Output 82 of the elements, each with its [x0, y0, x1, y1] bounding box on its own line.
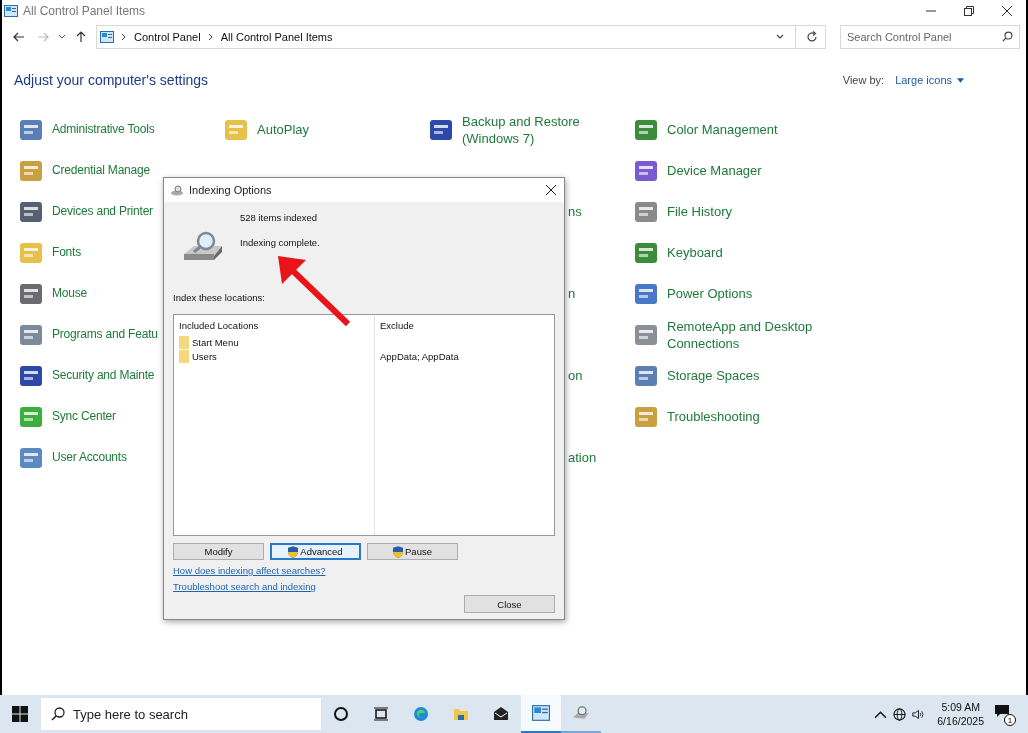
taskbar-app[interactable]: [521, 695, 561, 733]
close-icon[interactable]: [1002, 6, 1012, 16]
address-bar[interactable]: Control Panel All Control Panel Items: [96, 25, 826, 49]
settings-link[interactable]: File History: [667, 203, 732, 220]
settings-link[interactable]: RemoteApp and Desktop Connections: [667, 317, 817, 352]
drive-magnifier-icon: [572, 705, 590, 721]
settings-link[interactable]: Mouse: [52, 285, 88, 302]
task-view-icon[interactable]: [373, 706, 389, 722]
settings-link[interactable]: Programs and Featu: [52, 326, 158, 343]
breadcrumb[interactable]: All Control Panel Items: [220, 31, 333, 43]
start-icon[interactable]: [12, 706, 28, 722]
restore-icon[interactable]: [964, 6, 974, 16]
settings-link[interactable]: Power Options: [667, 285, 753, 302]
caret-icon: [957, 77, 964, 83]
column-header: Exclude: [380, 320, 415, 331]
clock-date[interactable]: 6/16/2025: [937, 715, 984, 727]
settings-link[interactable]: on: [568, 367, 583, 384]
mail-icon[interactable]: [493, 706, 509, 722]
settings-link[interactable]: Color Management: [667, 121, 778, 138]
location-name[interactable]: Users: [192, 350, 217, 362]
notification-icon[interactable]: [994, 704, 1010, 718]
notification-badge: 1: [1004, 714, 1016, 726]
back-icon[interactable]: [13, 31, 25, 43]
dialog-button[interactable]: Pause: [367, 543, 458, 560]
settings-link[interactable]: Device Manager: [667, 162, 762, 179]
settings-link[interactable]: Fonts: [52, 244, 81, 261]
caret-icon[interactable]: [776, 34, 784, 40]
help-link[interactable]: How does indexing affect searches?: [173, 565, 326, 576]
taskbar-search-field[interactable]: Type here to search: [41, 698, 321, 730]
exclude-text: AppData; AppData: [380, 350, 459, 362]
folder-icon: [179, 335, 189, 349]
settings-link[interactable]: Sync Center: [52, 408, 116, 425]
item-count: 528 items indexed: [240, 212, 319, 223]
search-field[interactable]: Search Control Panel: [840, 25, 1020, 49]
settings-link[interactable]: Devices and Printer: [52, 203, 153, 220]
circle-icon[interactable]: [333, 706, 349, 722]
refresh-icon[interactable]: [806, 31, 818, 43]
settings-link[interactable]: Troubleshooting: [667, 408, 760, 425]
folder-icon[interactable]: [453, 706, 469, 722]
breadcrumb[interactable]: Control Panel: [134, 31, 201, 43]
indexing-icon: [170, 184, 184, 196]
shield-icon: [288, 545, 299, 558]
location-name[interactable]: Start Menu: [192, 336, 239, 348]
list-label: Index these locations:: [173, 292, 266, 303]
settings-link[interactable]: Keyboard: [667, 244, 723, 261]
caret-icon[interactable]: [58, 34, 66, 40]
control-panel-icon: [532, 705, 550, 721]
control-panel-icon: [100, 31, 114, 43]
settings-link[interactable]: User Accounts: [52, 449, 127, 466]
clock-time[interactable]: 5:09 AM: [941, 701, 980, 713]
settings-link[interactable]: ation: [568, 449, 597, 466]
settings-link[interactable]: Credential Manage: [52, 162, 150, 179]
settings-link[interactable]: Administrative Tools: [52, 121, 155, 138]
page-heading: Adjust your computer's settings: [14, 72, 210, 88]
settings-link[interactable]: Storage Spaces: [667, 367, 760, 384]
settings-link[interactable]: n: [568, 285, 576, 302]
window-title: All Control Panel Items: [23, 4, 146, 18]
search-icon: [1002, 31, 1013, 42]
globe-icon[interactable]: [893, 707, 907, 721]
view-by-label: View by:: [842, 74, 885, 86]
folder-icon: [179, 349, 189, 363]
search-icon: [51, 707, 65, 721]
dialog-title: Indexing Options: [189, 184, 273, 196]
close-button[interactable]: Close: [464, 595, 555, 613]
status-text: Indexing complete.: [240, 237, 320, 248]
chevron-icon: [121, 33, 127, 41]
shield-icon: [393, 545, 404, 558]
close-icon[interactable]: [546, 185, 556, 195]
dialog-button[interactable]: Modify: [173, 543, 264, 560]
column-header: Included Locations: [179, 320, 260, 331]
dialog-button[interactable]: Advanced: [270, 543, 361, 560]
chevron-icon: [207, 33, 214, 41]
settings-link[interactable]: Backup and Restore (Windows 7): [462, 112, 612, 147]
help-link[interactable]: Troubleshoot search and indexing: [173, 581, 316, 592]
speaker-icon[interactable]: [912, 707, 926, 721]
control-panel-icon: [4, 5, 18, 17]
browser-icon[interactable]: [413, 706, 429, 722]
settings-link[interactable]: AutoPlay: [257, 121, 310, 138]
settings-link[interactable]: ns: [568, 203, 582, 220]
settings-link[interactable]: Security and Mainte: [52, 367, 155, 384]
up-icon[interactable]: [75, 31, 87, 43]
view-dropdown[interactable]: Large icons: [895, 74, 964, 86]
